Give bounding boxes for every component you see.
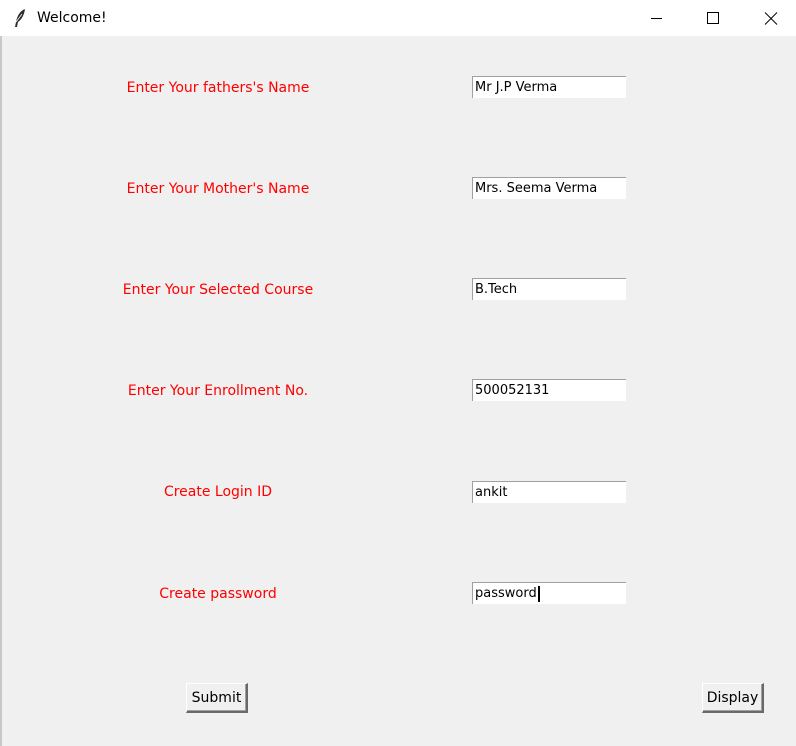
feather-icon [13,8,27,28]
display-button[interactable]: Display [702,683,764,713]
window-title: Welcome! [37,10,107,26]
selected-course-input[interactable]: B.Tech [472,278,626,300]
password-label: Create password [159,586,277,602]
close-button[interactable] [748,0,794,36]
title-bar[interactable]: Welcome! [0,0,796,36]
mothers-name-label: Enter Your Mother's Name [126,181,310,197]
maximize-icon [707,12,719,24]
password-value: password [475,586,537,601]
fathers-name-label: Enter Your fathers's Name [126,80,310,96]
submit-button[interactable]: Submit [186,683,248,713]
mothers-name-input[interactable]: Mrs. Seema Verma [472,177,626,199]
enrollment-number-label: Enter Your Enrollment No. [127,383,309,399]
window-left-edge [0,36,2,746]
login-id-input[interactable]: ankit [472,481,626,503]
close-icon [764,12,778,25]
minimize-button[interactable] [634,0,680,36]
login-id-label: Create Login ID [163,484,273,500]
enrollment-number-input[interactable]: 500052131 [472,379,626,401]
fathers-name-input[interactable]: Mr J.P Verma [472,76,626,98]
app-window: Welcome! Enter Your fathers's Name Mr J.… [0,0,796,746]
text-caret [537,585,540,602]
selected-course-label: Enter Your Selected Course [122,282,314,298]
maximize-button[interactable] [690,0,736,36]
minimize-icon [651,18,662,19]
password-input[interactable]: password [472,582,626,604]
